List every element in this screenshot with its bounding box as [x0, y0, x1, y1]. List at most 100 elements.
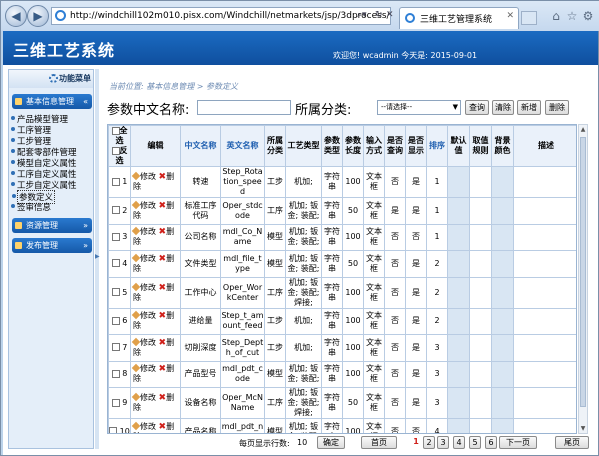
collapse-arrow-icon[interactable]: ▶ [95, 253, 100, 260]
edit-icon[interactable] [131, 253, 141, 262]
page-1[interactable]: 1 [411, 436, 421, 449]
edit-icon[interactable] [131, 282, 141, 291]
row-select-cell[interactable]: 4 [108, 250, 131, 278]
col-en-name[interactable]: 英文名称 [220, 125, 265, 167]
delete-icon[interactable]: ✖ [159, 338, 167, 348]
gear-icon[interactable]: ⚙ [581, 9, 595, 23]
page-4[interactable]: 4 [453, 436, 465, 449]
delete-icon[interactable]: ✖ [159, 283, 167, 293]
page-6[interactable]: 6 [485, 436, 497, 449]
edit-icon[interactable] [131, 364, 141, 373]
edit-link[interactable]: 修改 [140, 422, 156, 431]
sidebar-section-resource[interactable]: 资源管理 » [12, 218, 92, 233]
scrollbar-thumb[interactable] [580, 137, 586, 407]
edit-icon[interactable] [131, 337, 141, 346]
edit-icon[interactable] [131, 421, 141, 430]
sidebar-item-sign-info[interactable]: 签审信息 [10, 201, 51, 213]
edit-link[interactable]: 修改 [140, 254, 156, 263]
chevron-down-icon[interactable]: » [83, 218, 88, 233]
row-select-cell[interactable]: 8 [108, 360, 131, 388]
clear-button[interactable]: 清除 [492, 100, 514, 115]
page-5[interactable]: 5 [469, 436, 481, 449]
edit-link[interactable]: 修改 [140, 201, 156, 210]
edit-icon[interactable] [131, 311, 141, 320]
edit-link[interactable]: 修改 [140, 364, 156, 373]
row-checkbox[interactable] [111, 177, 120, 186]
last-page-button[interactable]: 尾页 [555, 436, 589, 449]
delete-icon[interactable]: ✖ [159, 172, 167, 182]
chevron-down-icon[interactable]: » [83, 238, 88, 253]
category-select[interactable]: --请选择-- ▼ [377, 100, 461, 115]
name-search-input[interactable] [197, 100, 291, 115]
scroll-up-icon[interactable]: ▲ [579, 126, 587, 133]
delete-icon[interactable]: ✖ [159, 364, 167, 374]
table-row[interactable]: 2 修改 ✖删除 标准工序代码 Oper_stdcode 工序 机加; 钣金; 装配; 字符… [108, 197, 576, 225]
page-size-value[interactable]: 10 [297, 438, 307, 447]
row-select-cell[interactable]: 9 [108, 387, 131, 419]
page-2[interactable]: 2 [423, 436, 435, 449]
row-checkbox[interactable] [111, 398, 120, 407]
sidebar-section-basic[interactable]: 基本信息管理 « [12, 94, 92, 109]
delete-icon[interactable]: ✖ [159, 422, 167, 432]
edit-icon[interactable] [131, 171, 141, 181]
edit-link[interactable]: 修改 [140, 283, 156, 292]
table-row[interactable]: 10修改 ✖删除产品名称mdl_pdt_name模型机加; 钣金; 装配;字符串… [108, 418, 576, 433]
row-select-cell[interactable]: 7 [108, 334, 131, 362]
favorites-icon[interactable]: ☆ [565, 9, 579, 23]
row-checkbox[interactable] [111, 288, 120, 296]
row-checkbox[interactable] [111, 316, 120, 325]
table-scrollbar[interactable]: ▲ ▼ [578, 124, 588, 434]
table-row[interactable]: 8 修改 ✖删除 产品型号 mdl_pdt_code 模型 机加; 钣金; 装配; 字符串 1… [108, 360, 576, 388]
delete-icon[interactable]: ✖ [159, 227, 167, 237]
chevron-up-icon[interactable]: « [83, 94, 88, 109]
edit-link[interactable]: 修改 [140, 172, 156, 181]
row-checkbox[interactable] [109, 427, 118, 433]
row-checkbox[interactable] [111, 232, 120, 241]
sidebar-splitter[interactable]: ▶ [95, 69, 100, 449]
row-select-cell[interactable]: 3 [108, 223, 131, 251]
invert-select-checkbox[interactable] [111, 146, 120, 155]
select-all-checkbox[interactable] [111, 126, 120, 135]
row-select-cell[interactable]: 6 [108, 307, 131, 335]
table-row[interactable]: 7 修改 ✖删除 切削深度 Step_Depth_of_cut 工步 机加; 字符串 100 文… [108, 334, 576, 362]
row-select-cell[interactable]: 1 [108, 166, 131, 198]
row-checkbox[interactable] [111, 343, 120, 352]
table-row[interactable]: 1 修改 ✖删除 转速 Step_Rotation_speed 工步 机加; 字符串 100 文… [108, 166, 576, 198]
browser-tab[interactable]: 三维工艺管理系统 ✕ [399, 7, 519, 29]
refresh-icon[interactable]: ↻ [375, 10, 383, 20]
col-order[interactable]: 排序 [426, 125, 448, 167]
page-3[interactable]: 3 [437, 436, 449, 449]
back-button[interactable]: ◀ [5, 5, 27, 27]
edit-link[interactable]: 修改 [140, 227, 156, 236]
edit-link[interactable]: 修改 [140, 393, 156, 402]
edit-icon[interactable] [131, 392, 141, 402]
table-row[interactable]: 9 修改 ✖删除 设备名称 Oper_McNName 工序 机加; 钣金; 装配; 焊接;… [108, 387, 576, 419]
edit-link[interactable]: 修改 [140, 338, 156, 347]
close-icon[interactable]: ✕ [506, 11, 514, 21]
row-select-cell[interactable]: 10 [108, 418, 131, 433]
table-row[interactable]: 5 修改 ✖删除 工作中心 Oper_WorkCenter 工序 机加; 钣金; 装配; … [108, 276, 576, 309]
edit-icon[interactable] [131, 227, 141, 236]
forward-button[interactable]: ▶ [27, 5, 49, 27]
row-checkbox[interactable] [111, 206, 120, 215]
delete-icon[interactable]: ✖ [159, 393, 167, 403]
delete-icon[interactable]: ✖ [159, 254, 167, 264]
search-icon[interactable]: ⌕▾ [357, 10, 367, 20]
row-checkbox[interactable] [111, 259, 120, 268]
home-icon[interactable]: ⌂ [549, 9, 563, 23]
scroll-down-icon[interactable]: ▼ [579, 425, 587, 432]
query-button[interactable]: 查询 [465, 100, 489, 115]
new-tab-button[interactable] [521, 11, 537, 25]
delete-icon[interactable]: ✖ [159, 201, 167, 211]
delete-button[interactable]: 删除 [545, 100, 569, 115]
edit-icon[interactable] [131, 200, 141, 209]
first-page-button[interactable]: 首页 [361, 436, 397, 449]
table-row[interactable]: 6 修改 ✖删除 进给量 Step_t_amount_feed 工步 机加; 字符串 100 文… [108, 307, 576, 335]
url-field[interactable]: http://windchill102m010.pisx.com/Windchi… [51, 7, 391, 25]
stop-icon[interactable]: ✕ [386, 10, 394, 20]
table-row[interactable]: 4 修改 ✖删除 文件类型 mdl_file_type 模型 机加; 钣金; 装配; 字符串… [108, 250, 576, 278]
row-select-cell[interactable]: 5 [108, 276, 131, 309]
sidebar-section-publish[interactable]: 发布管理 » [12, 238, 92, 253]
row-select-cell[interactable]: 2 [108, 197, 131, 225]
select-all-header[interactable]: 全选 反选 [108, 125, 131, 167]
